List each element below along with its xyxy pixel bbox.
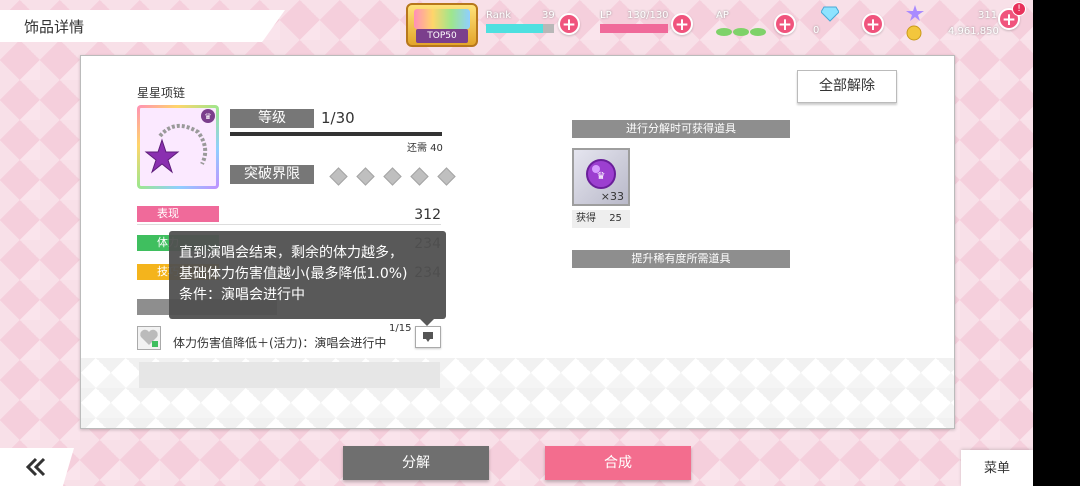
item-card[interactable]: ♛ [137,105,219,189]
limit-break-diamond-4 [410,167,429,186]
limit-break-diamond-3 [383,167,402,186]
skill-text: 体力伤害值降低＋(活力)：演唱会进行中 [173,336,387,350]
star-icon [906,5,924,25]
stars-value: 311 [978,10,998,21]
level-label: 等级 [230,109,314,128]
reward-count: ×33 [600,190,624,203]
gems-value: 0 [813,25,820,36]
lp-bar-fill [600,24,668,33]
disassemble-button[interactable]: 分解 [343,446,489,480]
ranking-badge[interactable]: TOP50 [406,3,478,47]
tooltip-line-3: 条件：演唱会进行中 [179,287,305,303]
level-value: 1/30 [321,109,355,127]
tooltip-line-1: 直到演唱会结束，剩余的体力越多， [179,245,403,261]
rarity-section-header: 提升稀有度所需道具 [572,250,790,268]
ap-plus-button[interactable]: + [774,13,796,35]
limit-break-diamonds [329,167,462,187]
notification-badge: ! [1012,2,1026,16]
limit-break-label: 突破界限 [230,165,314,184]
exp-needed: 还需 40 [407,143,443,154]
skill-detail-button[interactable] [415,326,441,348]
reward-item-card[interactable]: ♛ ×33 [572,148,630,206]
skill-icon [137,326,161,350]
reward-obtain-row: 获得 25 [572,210,630,228]
level-exp-bar [230,132,442,136]
limit-break-diamond-5 [437,167,457,186]
item-name: 星星项链 [137,86,186,100]
tooltip-line-2: 基础体力伤害值越小(最多降低1.0%) [179,266,408,282]
stat-appeal-label: 表现 [137,206,219,222]
svg-text:♛: ♛ [597,171,606,182]
menu-button[interactable]: 菜单 [961,450,1033,486]
ap-icons [716,28,766,36]
rank-plus-button[interactable]: + [558,13,580,35]
rank-label: Rank [486,10,511,21]
necklace-icon: ♛ [144,109,215,174]
coins-value: 4,961,850 [948,26,999,37]
rank-bar-fill [486,24,544,33]
release-all-button[interactable]: 全部解除 [797,70,897,103]
limit-break-diamond-2 [356,167,375,186]
rank-bar [486,24,554,33]
back-button[interactable] [0,448,74,486]
skill-level: 1/15 [389,323,412,334]
disassemble-section-header: 进行分解时可获得道具 [572,120,790,138]
stat-appeal-value: 312 [414,207,441,223]
synthesize-button[interactable]: 合成 [545,446,691,480]
ap-indicator [716,22,768,36]
empty-skill-slot [139,362,440,388]
screen-edge-bar [1033,0,1080,486]
double-chevron-left-icon [25,457,46,477]
limit-break-diamond-1 [329,167,348,186]
ap-label: AP [716,10,729,21]
rank-value: 39 [542,10,555,21]
lp-label: LP [600,10,612,21]
lp-value: 130/130 [627,10,669,21]
speech-bubble-icon [423,332,433,342]
lp-plus-button[interactable]: + [671,13,693,35]
coin-icon [906,25,922,45]
badge-banner [414,9,470,29]
badge-text: TOP50 [416,29,468,43]
skill-tooltip: 直到演唱会结束，剩余的体力越多， 基础体力伤害值越小(最多降低1.0%) 条件：… [169,231,446,326]
page-title: 饰品详情 [24,18,85,36]
stat-divider [137,224,441,225]
page-title-tab: 饰品详情 [0,10,285,42]
gem-plus-button[interactable]: + [862,13,884,35]
gem-icon [820,6,840,26]
svg-text:♛: ♛ [204,112,211,121]
lp-bar [600,24,668,33]
